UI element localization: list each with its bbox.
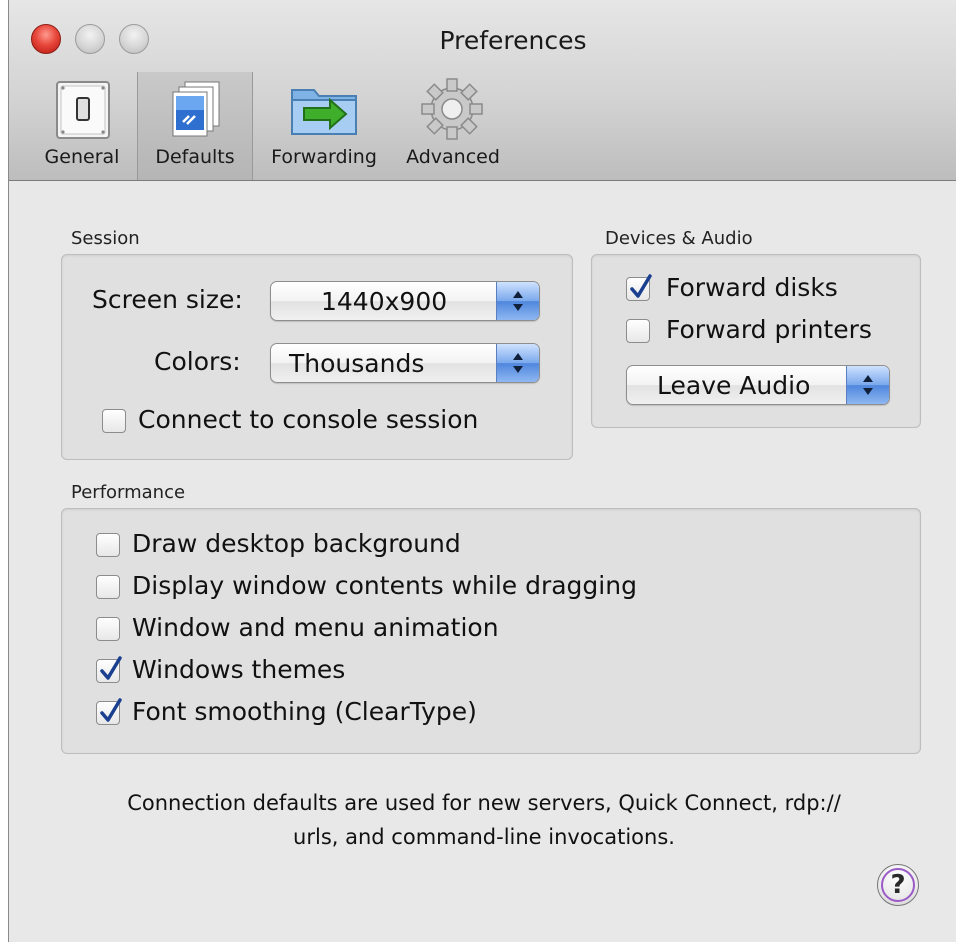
screen-size-value: 1440x900 — [321, 287, 448, 316]
windows-themes-label: Windows themes — [132, 655, 346, 684]
font-smoothing-label: Font smoothing (ClearType) — [132, 697, 477, 726]
checkmark-icon — [100, 698, 122, 722]
documents-icon — [172, 81, 220, 137]
audio-stepper[interactable] — [846, 366, 889, 404]
toolbar-forwarding[interactable]: Forwarding — [257, 72, 391, 180]
toolbar-advanced-label: Advanced — [406, 146, 500, 168]
up-down-arrows-icon — [513, 291, 523, 311]
up-down-arrows-icon — [513, 353, 523, 373]
colors-stepper[interactable] — [496, 344, 539, 382]
display-window-contents-label: Display window contents while dragging — [132, 571, 637, 600]
toolbar-defaults[interactable]: Defaults — [137, 72, 253, 180]
help-icon: ? — [890, 870, 906, 900]
switch-icon — [56, 81, 110, 139]
checkmark-icon — [630, 274, 652, 298]
checkbox-box[interactable] — [96, 698, 122, 725]
footer-line-1: Connection defaults are used for new ser… — [127, 791, 841, 815]
devices-group: Forward disks Forward printers Leave Aud… — [591, 254, 921, 428]
colors-value: Thousands — [289, 349, 425, 378]
screen-size-label: Screen size: — [92, 285, 243, 314]
console-session-label: Connect to console session — [138, 405, 479, 434]
screen-size-stepper[interactable] — [496, 282, 539, 320]
devices-group-label: Devices & Audio — [605, 228, 753, 249]
preferences-window: Preferences General Defaults Forwarding … — [8, 0, 956, 942]
forward-printers-label: Forward printers — [666, 315, 872, 344]
colors-popup[interactable]: Thousands — [270, 343, 540, 383]
gear-icon — [421, 78, 483, 140]
checkbox-box[interactable] — [96, 575, 120, 599]
performance-group: Draw desktop background Display window c… — [61, 508, 921, 754]
folder-arrow-icon — [291, 89, 357, 135]
colors-label: Colors: — [154, 347, 241, 376]
toolbar-advanced[interactable]: Advanced — [391, 72, 515, 180]
audio-popup[interactable]: Leave Audio — [626, 365, 890, 405]
session-group: Screen size: 1440x900 Colors: Thousands — [61, 254, 573, 460]
audio-value: Leave Audio — [657, 371, 811, 400]
checkbox-box[interactable] — [102, 409, 126, 433]
session-group-label: Session — [71, 228, 140, 249]
forward-disks-label: Forward disks — [666, 273, 838, 302]
toolbar-general[interactable]: General — [27, 72, 137, 180]
help-button[interactable]: ? — [877, 864, 919, 906]
window-title: Preferences — [439, 26, 587, 55]
toolbar-forwarding-label: Forwarding — [271, 146, 377, 168]
toolbar-general-label: General — [44, 146, 120, 168]
draw-desktop-background-label: Draw desktop background — [132, 529, 461, 558]
checkbox-box[interactable] — [626, 274, 652, 301]
checkbox-box[interactable] — [96, 533, 120, 557]
checkbox-box[interactable] — [626, 319, 650, 343]
up-down-arrows-icon — [863, 375, 873, 395]
checkmark-icon — [100, 656, 122, 680]
title-toolbar: Preferences General Defaults Forwarding … — [9, 0, 956, 181]
window-menu-animation-label: Window and menu animation — [132, 613, 499, 642]
toolbar-defaults-label: Defaults — [155, 146, 235, 168]
performance-group-label: Performance — [71, 482, 186, 503]
checkbox-box[interactable] — [96, 617, 120, 641]
footer-line-2: urls, and command-line invocations. — [293, 825, 675, 849]
footer-note: Connection defaults are used for new ser… — [39, 786, 929, 854]
screen-size-popup[interactable]: 1440x900 — [270, 281, 540, 321]
checkbox-box[interactable] — [96, 656, 122, 683]
